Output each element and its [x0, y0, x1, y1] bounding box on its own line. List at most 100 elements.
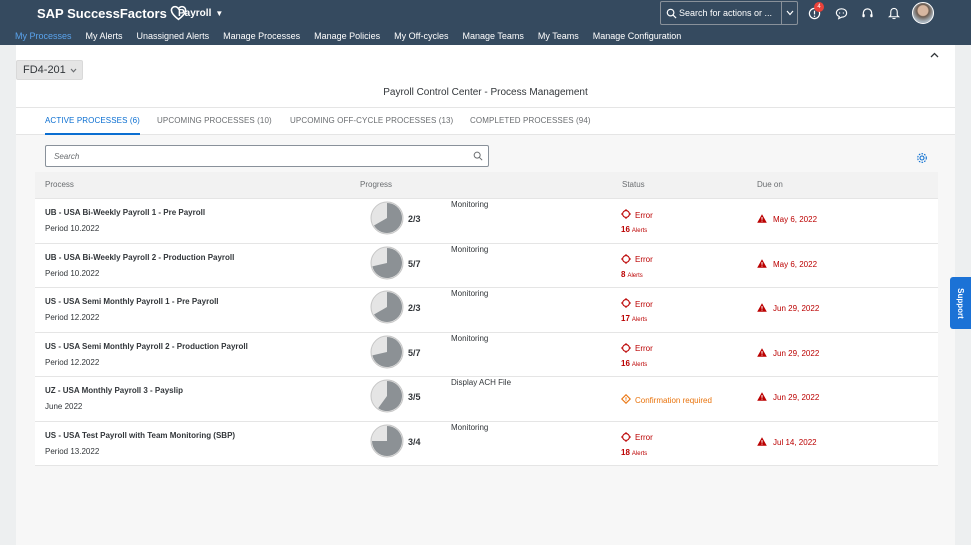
process-period: Period 12.2022 — [45, 313, 100, 322]
top-navigation: My Processes My Alerts Unassigned Alerts… — [0, 30, 681, 45]
alerts-link[interactable]: 16 Alerts — [621, 359, 647, 368]
table-row[interactable]: US - USA Semi Monthly Payroll 2 - Produc… — [35, 332, 938, 377]
context-selector-value: FD4-201 — [23, 64, 66, 76]
headset-icon[interactable] — [859, 5, 875, 21]
process-name[interactable]: US - USA Semi Monthly Payroll 2 - Produc… — [45, 342, 248, 351]
status-text: Error — [635, 255, 653, 264]
error-icon — [621, 342, 631, 355]
status-indicator[interactable]: Error — [621, 209, 653, 221]
nav-item-my-alerts[interactable]: My Alerts — [86, 30, 123, 45]
column-header-due-on[interactable]: Due on — [757, 180, 783, 189]
warning-triangle-icon — [757, 347, 767, 359]
tab-completed-processes[interactable]: COMPLETED PROCESSES (94) — [470, 116, 591, 125]
table-search-input[interactable]: Search — [46, 152, 468, 161]
progress-pie — [370, 290, 404, 324]
column-header-process[interactable]: Process — [45, 180, 74, 189]
nav-item-manage-teams[interactable]: Manage Teams — [463, 30, 524, 45]
process-period: Period 10.2022 — [45, 268, 100, 278]
column-header-status[interactable]: Status — [622, 180, 645, 189]
alerts-link[interactable]: 18 Alerts — [621, 448, 647, 457]
process-period: Period 13.2022 — [45, 446, 100, 456]
due-date-text: May 6, 2022 — [773, 215, 818, 224]
search-icon — [663, 8, 679, 19]
notification-badge: 4 — [814, 2, 824, 12]
table-row[interactable]: UZ - USA Monthly Payroll 3 - Payslip June… — [35, 377, 938, 422]
nav-item-my-processes[interactable]: My Processes — [15, 30, 72, 45]
warning-triangle-icon — [757, 436, 767, 448]
table-row[interactable]: UB - USA Bi-Weekly Payroll 1 - Pre Payro… — [35, 199, 938, 244]
process-period: Period 10.2022 — [45, 224, 100, 233]
nav-item-my-off-cycles[interactable]: My Off-cycles — [394, 30, 448, 45]
shell-header: SAP SuccessFactors Payroll ▼ Search for … — [0, 0, 971, 45]
table-row[interactable]: US - USA Semi Monthly Payroll 1 - Pre Pa… — [35, 288, 938, 333]
due-date: Jun 29, 2022 — [757, 303, 819, 314]
status-indicator[interactable]: Error — [621, 253, 653, 266]
alerts-count: 18 — [621, 447, 630, 457]
process-name[interactable]: UZ - USA Monthly Payroll 3 - Payslip — [45, 386, 183, 395]
alerts-link[interactable]: 8 Alerts — [621, 270, 643, 279]
process-stage: Monitoring — [451, 289, 489, 298]
chat-icon[interactable] — [833, 5, 849, 21]
support-label: Support — [956, 287, 966, 319]
status-indicator[interactable]: Error — [621, 431, 653, 444]
nav-item-my-teams[interactable]: My Teams — [538, 30, 579, 45]
tab-active-processes[interactable]: ACTIVE PROCESSES (6) — [45, 116, 140, 125]
status-text: Confirmation required — [635, 395, 712, 405]
nav-item-manage-policies[interactable]: Manage Policies — [314, 30, 380, 45]
alerts-label: Alerts — [631, 228, 648, 234]
progress-fraction: 2/3 — [408, 303, 421, 313]
due-date-text: Jul 14, 2022 — [773, 437, 817, 447]
status-text: Error — [635, 210, 653, 220]
nav-item-manage-configuration[interactable]: Manage Configuration — [593, 30, 682, 45]
context-selector[interactable]: FD4-201 — [16, 60, 83, 80]
process-table-body: UB - USA Bi-Weekly Payroll 1 - Pre Payro… — [35, 199, 938, 466]
global-search-field[interactable]: Search for actions or ... — [660, 1, 798, 25]
table-row[interactable]: US - USA Test Payroll with Team Monitori… — [35, 421, 938, 466]
tab-upcoming-off-cycle-processes[interactable]: UPCOMING OFF-CYCLE PROCESSES (13) — [290, 116, 453, 125]
process-name[interactable]: UB - USA Bi-Weekly Payroll 2 - Productio… — [45, 253, 234, 262]
warning-diamond-icon — [620, 393, 632, 406]
search-icon[interactable] — [468, 151, 488, 161]
alerts-label: Alerts — [631, 450, 648, 457]
progress-pie — [370, 379, 404, 413]
process-tabs: ACTIVE PROCESSES (6) UPCOMING PROCESSES … — [16, 107, 955, 135]
status-indicator[interactable]: Error — [621, 342, 653, 355]
alerts-count: 17 — [621, 314, 630, 323]
chevron-up-icon[interactable] — [930, 50, 939, 61]
status-indicator[interactable]: Error — [621, 298, 653, 310]
error-icon — [621, 431, 631, 444]
due-date: Jun 29, 2022 — [757, 347, 819, 359]
status-indicator[interactable]: Confirmation required — [620, 393, 712, 406]
due-date: May 6, 2022 — [757, 258, 817, 270]
process-name[interactable]: UB - USA Bi-Weekly Payroll 1 - Pre Payro… — [45, 208, 205, 217]
avatar[interactable] — [912, 2, 934, 24]
process-period: June 2022 — [45, 402, 83, 411]
nav-item-unassigned-alerts[interactable]: Unassigned Alerts — [137, 30, 210, 45]
bell-icon[interactable] — [886, 5, 902, 21]
support-button[interactable]: Support — [950, 277, 971, 329]
process-name[interactable]: US - USA Semi Monthly Payroll 1 - Pre Pa… — [45, 297, 219, 306]
gear-icon[interactable] — [916, 151, 928, 163]
progress-pie — [370, 335, 404, 368]
chevron-down-icon[interactable] — [781, 2, 797, 24]
global-search-input[interactable]: Search for actions or ... — [679, 8, 781, 18]
alerts-link[interactable]: 16 Alerts — [621, 225, 647, 234]
table-row[interactable]: UB - USA Bi-Weekly Payroll 2 - Productio… — [35, 243, 938, 288]
column-header-progress[interactable]: Progress — [360, 180, 392, 189]
error-icon — [621, 298, 631, 310]
alerts-count: 16 — [621, 358, 630, 368]
process-name[interactable]: US - USA Test Payroll with Team Monitori… — [45, 431, 235, 440]
due-date-text: Jun 29, 2022 — [773, 304, 820, 313]
notifications-icon[interactable]: 4 — [806, 2, 824, 21]
table-search-field[interactable]: Search — [45, 145, 489, 167]
process-stage: Monitoring — [451, 200, 489, 209]
brand-logo[interactable]: SAP SuccessFactors — [37, 5, 187, 21]
alerts-link[interactable]: 17 Alerts — [621, 314, 647, 323]
warning-triangle-icon — [757, 258, 767, 270]
alerts-label: Alerts — [631, 361, 648, 368]
brand-name: SAP SuccessFactors — [37, 5, 167, 21]
table-header: Process Progress Status Due on — [35, 172, 938, 199]
app-menu-button[interactable]: Payroll ▼ — [178, 8, 223, 19]
nav-item-manage-processes[interactable]: Manage Processes — [223, 30, 300, 45]
tab-upcoming-processes[interactable]: UPCOMING PROCESSES (10) — [157, 116, 272, 125]
